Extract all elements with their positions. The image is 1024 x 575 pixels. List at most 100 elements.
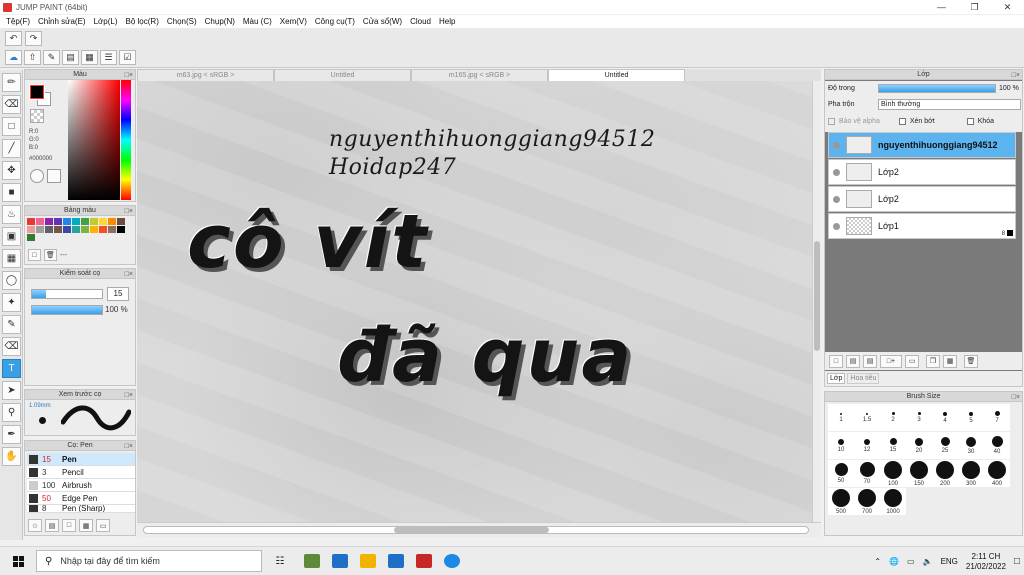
layer-row-text[interactable]: nguyenthihuonggiang94512	[828, 132, 1016, 158]
saturation-value-picker[interactable]	[68, 80, 120, 200]
menu-select[interactable]: Chọn(S)	[163, 17, 201, 26]
undo-icon[interactable]: ↶	[5, 30, 22, 46]
panel-menu-icon[interactable]: □×	[1012, 393, 1020, 403]
file-explorer-icon[interactable]	[354, 547, 382, 575]
redo-icon[interactable]: ↷	[25, 30, 42, 46]
brush-size-option[interactable]: 5	[958, 404, 984, 431]
brush-size-option[interactable]: 200	[932, 460, 958, 487]
brush-item-edge-pen[interactable]: 50 Edge Pen	[27, 492, 135, 505]
lock-checkbox[interactable]	[966, 118, 974, 125]
maximize-icon[interactable]: ❐	[958, 0, 991, 14]
list-icon[interactable]: ☰	[100, 50, 117, 65]
menu-edit[interactable]: Chỉnh sửa(E)	[34, 17, 90, 26]
visibility-icon[interactable]	[833, 168, 840, 176]
windows-start-icon[interactable]	[0, 547, 36, 575]
tab-m63[interactable]: m63.jpg < sRGB >	[137, 69, 274, 81]
brush-size-option[interactable]: 500	[828, 488, 854, 515]
color-swatch[interactable]	[54, 218, 62, 225]
line-tool-icon[interactable]: ╱	[2, 139, 21, 158]
brush-size-input[interactable]: 15	[107, 287, 129, 301]
clipping-checkbox[interactable]	[898, 118, 906, 125]
brush-size-option[interactable]: 40	[984, 432, 1010, 459]
color-swatch[interactable]	[54, 226, 62, 233]
color-swatch[interactable]	[81, 226, 89, 233]
tab-layers[interactable]: Lớp	[827, 373, 846, 384]
eraser-tool-icon[interactable]: ⌫	[2, 95, 21, 114]
color-swatch[interactable]	[63, 226, 71, 233]
photos-app-icon[interactable]	[382, 547, 410, 575]
menu-file[interactable]: Tệp(F)	[2, 17, 34, 26]
minimize-icon[interactable]: —	[925, 0, 958, 14]
network-icon[interactable]: 🌐	[889, 557, 899, 566]
duplicate-layer-icon[interactable]: ❐	[926, 354, 940, 368]
rect-select-tool-icon[interactable]: □	[2, 117, 21, 136]
add-swatch-icon[interactable]: □	[28, 249, 41, 261]
visibility-icon[interactable]	[833, 195, 840, 203]
operation-tool-icon[interactable]: ➤	[2, 381, 21, 400]
color-swatch[interactable]	[36, 218, 44, 225]
new-layer-3-icon[interactable]: ▤	[863, 354, 877, 368]
tray-chevron-icon[interactable]: ⌃	[874, 557, 881, 566]
notification-icon[interactable]: □	[1014, 556, 1020, 567]
text-tool-icon[interactable]: T	[2, 359, 21, 378]
color-swatch[interactable]	[117, 226, 125, 233]
close-icon[interactable]: ✕	[991, 0, 1024, 14]
eyedropper-tool-icon[interactable]: ⚲	[2, 403, 21, 422]
brush-settings-icon[interactable]: ▦	[79, 519, 93, 532]
delete-swatch-icon[interactable]: 🗑	[44, 249, 57, 261]
page-icon[interactable]: ▤	[62, 50, 79, 65]
brush-size-option[interactable]: 3	[906, 404, 932, 431]
layer-folder-icon[interactable]: ▭	[905, 354, 919, 368]
brush-tool-icon[interactable]: ✏	[2, 73, 21, 92]
brush-open-folder-icon[interactable]: ▭	[96, 519, 110, 532]
brush-item-airbrush[interactable]: 100 Airbrush	[27, 479, 135, 492]
color-swatch[interactable]	[90, 226, 98, 233]
move-tool-icon[interactable]: ✥	[2, 161, 21, 180]
cloud-icon[interactable]: ☁	[5, 50, 22, 65]
brush-item-pen-sharp[interactable]: 8 Pen (Sharp)	[27, 505, 135, 513]
color-swatch[interactable]	[27, 218, 35, 225]
vertical-scroll-thumb[interactable]	[814, 241, 820, 351]
new-layer-icon[interactable]: □	[829, 354, 843, 368]
menu-capture[interactable]: Chụp(N)	[201, 17, 239, 26]
brush-size-option[interactable]: 12	[854, 432, 880, 459]
brush-size-option[interactable]: 10	[828, 432, 854, 459]
panel-menu-icon[interactable]: □×	[125, 391, 133, 401]
menu-cloud[interactable]: Cloud	[406, 17, 435, 26]
brush-size-slider[interactable]	[31, 289, 103, 299]
brush-size-option[interactable]: 1000	[880, 488, 906, 515]
brush-size-option[interactable]: 2	[880, 404, 906, 431]
menu-color[interactable]: Màu (C)	[239, 17, 276, 26]
color-swatch[interactable]	[27, 226, 35, 233]
language-indicator[interactable]: ENG	[941, 557, 958, 566]
menu-view[interactable]: Xem(V)	[276, 17, 311, 26]
bucket-tool-icon[interactable]: ♨	[2, 205, 21, 224]
visibility-icon[interactable]	[833, 141, 840, 149]
brush-size-option[interactable]: 1.5	[854, 404, 880, 431]
color-swatch[interactable]	[45, 218, 53, 225]
protect-alpha-checkbox[interactable]	[828, 118, 835, 125]
layer-row-lop1[interactable]: Lớp1 8	[828, 213, 1016, 239]
lasso-tool-icon[interactable]: ◯	[2, 271, 21, 290]
color-swatch[interactable]	[90, 218, 98, 225]
paint-app-icon[interactable]	[410, 547, 438, 575]
menu-filter[interactable]: Bộ lọc(R)	[122, 17, 163, 26]
panel-menu-icon[interactable]: □×	[125, 442, 133, 452]
brush-size-option[interactable]: 1	[828, 404, 854, 431]
hue-slider[interactable]	[121, 80, 131, 200]
mail-app-icon[interactable]	[326, 547, 354, 575]
color-swatch[interactable]	[36, 226, 44, 233]
horizontal-scrollbar[interactable]	[137, 522, 821, 537]
gradient-tool-icon[interactable]: ▣	[2, 227, 21, 246]
brush-size-option[interactable]: 700	[854, 488, 880, 515]
fill-rect-tool-icon[interactable]: ■	[2, 183, 21, 202]
select-eraser-tool-icon[interactable]: ⌫	[2, 337, 21, 356]
visibility-icon[interactable]	[833, 222, 840, 230]
taskbar-search-input[interactable]: ⚲ Nhập tại đây để tìm kiếm	[36, 550, 262, 572]
doc-icon[interactable]: ▦	[81, 50, 98, 65]
hand-tool-icon[interactable]: ✋	[2, 447, 21, 466]
layer-opacity-slider[interactable]	[878, 84, 996, 93]
transparent-color-swatch[interactable]	[30, 109, 44, 123]
color-swatch[interactable]	[99, 226, 107, 233]
brush-size-option[interactable]: 30	[958, 432, 984, 459]
